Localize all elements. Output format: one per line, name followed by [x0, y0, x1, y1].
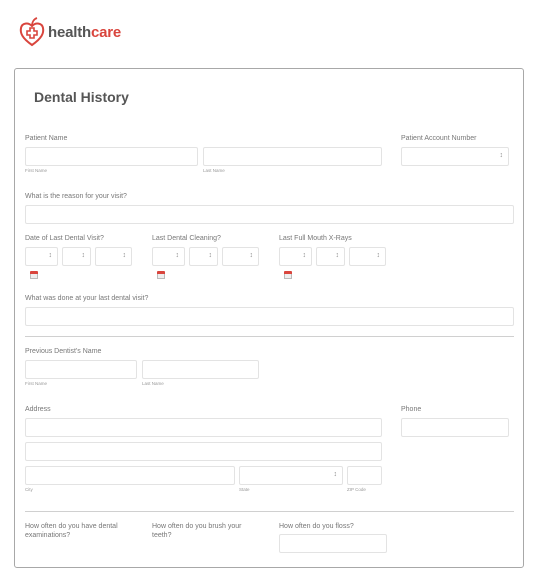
- last-xrays-year-select[interactable]: [349, 247, 386, 266]
- reason-label: What is the reason for your visit?: [25, 193, 127, 200]
- patient-name-label: Patient Name: [25, 135, 68, 142]
- state-sublabel: State: [239, 487, 250, 492]
- last-cleaning-day-select[interactable]: [189, 247, 218, 266]
- address-line2-input[interactable]: [25, 442, 382, 461]
- prev-dentist-last-name-input[interactable]: [142, 360, 259, 379]
- city-sublabel: City: [25, 487, 33, 492]
- dental-history-form: Dental History Patient Name First Name L…: [14, 68, 524, 568]
- reason-input[interactable]: [25, 205, 514, 224]
- form-title: Dental History: [34, 89, 129, 105]
- last-visit-date-label: Date of Last Dental Visit?: [25, 235, 104, 242]
- patient-last-name-input[interactable]: [203, 147, 382, 166]
- state-select[interactable]: [239, 466, 343, 485]
- account-number-select[interactable]: [401, 147, 509, 166]
- address-line1-input[interactable]: [25, 418, 382, 437]
- prev-dentist-first-name-input[interactable]: [25, 360, 137, 379]
- brand-name: healthcare: [48, 23, 122, 41]
- last-visit-done-input[interactable]: [25, 307, 514, 326]
- last-name-sublabel: Last Name: [203, 168, 225, 173]
- last-xrays-month-select[interactable]: [279, 247, 312, 266]
- floss-frequency-input[interactable]: [279, 534, 387, 553]
- zip-code-sublabel: ZIP Code: [347, 487, 366, 492]
- first-name-sublabel: First Name: [25, 381, 48, 386]
- first-name-sublabel: First Name: [25, 168, 48, 173]
- last-cleaning-label: Last Dental Cleaning?: [152, 235, 221, 242]
- calendar-icon[interactable]: [284, 271, 292, 279]
- city-input[interactable]: [25, 466, 235, 485]
- last-name-sublabel: Last Name: [142, 381, 164, 386]
- last-visit-done-label: What was done at your last dental visit?: [25, 295, 149, 302]
- address-label: Address: [25, 406, 51, 413]
- section-divider: [25, 511, 514, 512]
- exam-frequency-label: How often do you have dental examination…: [25, 523, 118, 539]
- prev-dentist-label: Previous Dentist's Name: [25, 348, 102, 355]
- patient-first-name-input[interactable]: [25, 147, 198, 166]
- floss-frequency-label: How often do you floss?: [279, 523, 354, 530]
- phone-label: Phone: [401, 406, 422, 413]
- last-xrays-day-select[interactable]: [316, 247, 345, 266]
- zip-code-input[interactable]: [347, 466, 382, 485]
- last-visit-year-select[interactable]: [95, 247, 132, 266]
- calendar-icon[interactable]: [157, 271, 165, 279]
- last-visit-month-select[interactable]: [25, 247, 58, 266]
- last-visit-day-select[interactable]: [62, 247, 91, 266]
- brush-frequency-label: How often do you brush your teeth?: [152, 523, 242, 539]
- heart-cross-logo-icon: [19, 17, 45, 47]
- brand-logo: healthcare: [18, 16, 121, 48]
- phone-input[interactable]: [401, 418, 509, 437]
- calendar-icon[interactable]: [30, 271, 38, 279]
- account-number-label: Patient Account Number: [401, 135, 477, 142]
- section-divider: [25, 336, 514, 337]
- last-xrays-label: Last Full Mouth X-Rays: [279, 235, 352, 242]
- last-cleaning-year-select[interactable]: [222, 247, 259, 266]
- last-cleaning-month-select[interactable]: [152, 247, 185, 266]
